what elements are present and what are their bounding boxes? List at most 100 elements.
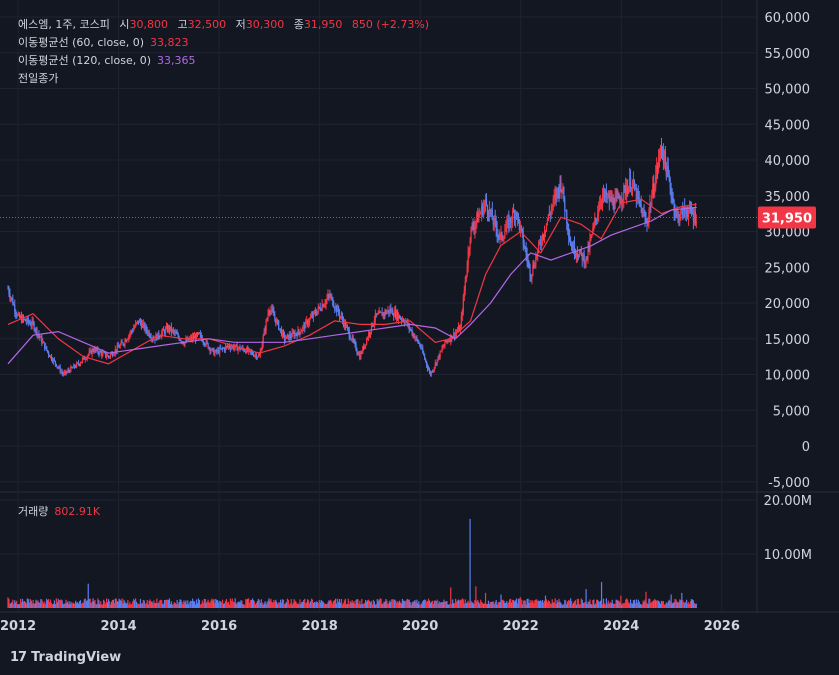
candle-body <box>134 326 136 329</box>
candle-body <box>520 226 522 229</box>
candle-body <box>686 211 688 215</box>
candle-body <box>377 313 379 315</box>
prev-close-legend[interactable]: 전일종가 <box>18 70 58 88</box>
ma120-value: 33,365 <box>157 54 196 67</box>
candle-body <box>323 305 325 307</box>
candle-body <box>597 213 599 220</box>
ma60-legend[interactable]: 이동평균선 (60, close, 0) 33,823 <box>18 34 189 52</box>
candle-body <box>563 187 565 201</box>
high-value: 32,500 <box>187 18 227 31</box>
ma120-legend[interactable]: 이동평균선 (120, close, 0) 33,365 <box>18 52 196 70</box>
tradingview-logo[interactable]: 17 TradingView <box>10 650 121 665</box>
candle-body <box>81 358 84 362</box>
candle-body <box>680 210 682 218</box>
close-value: 31,950 <box>303 18 343 31</box>
candle-body <box>422 347 424 353</box>
candle-body <box>77 362 80 365</box>
candle-body <box>148 331 150 337</box>
candle-body <box>87 354 89 357</box>
candle-body <box>284 338 287 341</box>
candle-body <box>669 178 671 189</box>
candle-body <box>367 338 369 340</box>
candle-body <box>270 310 272 312</box>
y-tick-label: 10,000 <box>765 369 811 384</box>
candle-body <box>300 331 302 334</box>
candle-body <box>679 217 681 222</box>
candle-body <box>230 346 232 349</box>
candle-body <box>551 205 553 209</box>
candle-body <box>553 196 555 199</box>
candle-body <box>413 333 415 339</box>
candle-body <box>302 326 304 331</box>
candle-body <box>501 232 503 240</box>
candle-body <box>506 221 508 229</box>
candle-body <box>637 191 639 199</box>
candle-body <box>61 371 63 374</box>
candle-body <box>47 350 49 353</box>
candle-body <box>552 198 554 206</box>
candle-body <box>305 320 307 329</box>
candle-body <box>503 237 505 239</box>
candle-body <box>556 188 558 198</box>
candle-body <box>160 336 162 338</box>
candle-body <box>133 328 135 332</box>
candle-body <box>667 165 669 175</box>
candle-body <box>354 341 356 344</box>
tradingview-logo-icon: 17 <box>10 650 27 665</box>
candle-body <box>598 210 600 214</box>
candle-body <box>200 334 202 339</box>
candle-body <box>436 359 438 365</box>
tradingview-logo-text: TradingView <box>31 650 122 665</box>
candle-body <box>278 320 280 330</box>
y-tick-label: 50,000 <box>765 83 811 98</box>
candle-body <box>544 230 547 233</box>
candle-body <box>24 319 27 322</box>
candle-body <box>285 335 288 339</box>
stock-chart[interactable]: 60,000 55,000 50,000 45,000 40,000 35,000 30,0… <box>0 0 839 675</box>
chart-canvas[interactable]: 60,00055,00050,00045,00040,00035,00030,0… <box>0 0 839 675</box>
candle-body <box>261 343 263 350</box>
candle-body <box>463 290 465 297</box>
candle-body <box>440 350 442 352</box>
candle-body <box>282 331 285 335</box>
candle-body <box>432 369 434 372</box>
volume-tick-label: 20.00M <box>764 494 812 509</box>
candle-body <box>695 222 697 224</box>
candle-body <box>643 211 645 215</box>
candle-body <box>545 223 548 231</box>
candle-body <box>427 368 430 370</box>
candle-body <box>670 188 672 198</box>
candle-body <box>79 363 82 365</box>
y-tick-label: 55,000 <box>765 47 811 62</box>
candle-body <box>593 224 595 228</box>
volume-label: 거래량 <box>18 505 49 518</box>
volume-legend[interactable]: 거래량 802.91K <box>18 503 100 521</box>
candle-body <box>135 322 138 324</box>
candle-body <box>483 206 485 216</box>
candle-body <box>623 185 625 199</box>
open-label: 시 <box>119 18 130 31</box>
candle-body <box>198 332 201 334</box>
candle-body <box>496 228 498 236</box>
candle-body <box>668 174 670 179</box>
candle-body <box>100 351 102 353</box>
current-price-tag-label: 31,950 <box>762 212 812 227</box>
candle-body <box>180 340 182 342</box>
candle-body <box>439 351 441 358</box>
candle-body <box>475 221 477 226</box>
prev-close-label: 전일종가 <box>18 72 59 85</box>
candle-body <box>442 347 444 349</box>
candle-body <box>333 305 335 308</box>
candle-body <box>129 333 131 336</box>
candle-body <box>423 352 425 356</box>
candle-body <box>654 188 656 194</box>
candle-body <box>233 347 235 349</box>
symbol-title: 에스엠, 1주, 코스피 <box>18 18 110 31</box>
open-value: 30,800 <box>129 18 168 31</box>
candle-body <box>419 343 421 347</box>
candle-body <box>606 196 608 198</box>
candle-body <box>210 350 212 352</box>
candle-body <box>15 311 17 314</box>
y-tick-label: -5,000 <box>768 476 810 491</box>
ma60-value: 33,823 <box>150 36 189 49</box>
